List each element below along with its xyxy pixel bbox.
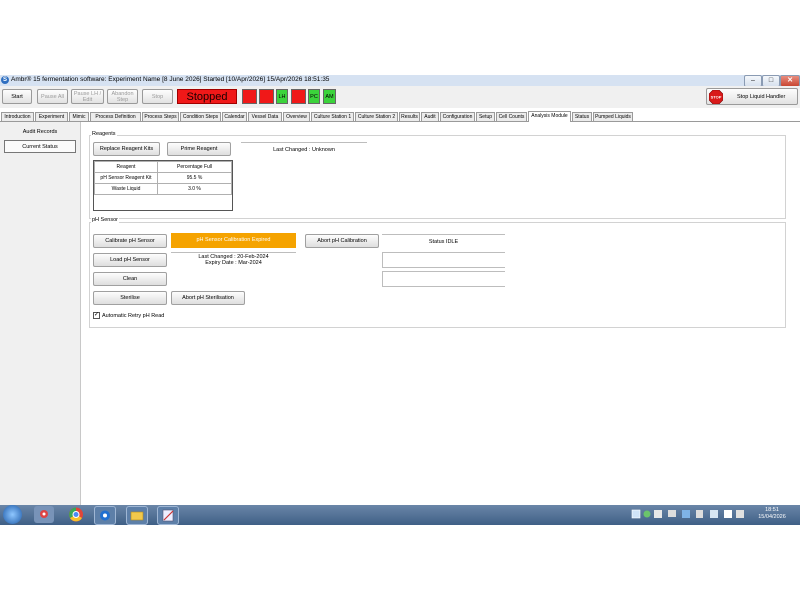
tab-analysis-module[interactable]: Analysis Module xyxy=(528,111,571,122)
table-cell: 95.5 % xyxy=(157,172,232,184)
status-indicator xyxy=(291,89,306,104)
table-row: pH Sensor Reagent Kit 95.5 % xyxy=(94,172,232,184)
file-explorer-icon[interactable] xyxy=(126,506,148,525)
table-cell: 3.0 % xyxy=(157,183,232,195)
ph-reading-field xyxy=(382,252,505,268)
status-indicator: PC xyxy=(308,89,320,104)
prime-reagent-button[interactable]: Prime Reagent xyxy=(167,142,231,156)
sidebar: Audit Records Current Status xyxy=(0,122,81,505)
clock-date: 15/04/2026 xyxy=(758,514,786,520)
tab-overview[interactable]: Overview xyxy=(283,112,310,121)
clock-time: 18:51 xyxy=(765,507,779,513)
tab-results[interactable]: Results xyxy=(399,112,420,121)
sterilise-button[interactable]: Sterilise xyxy=(93,291,167,305)
tab-status[interactable]: Status xyxy=(572,112,592,121)
abandon-step-button[interactable]: Abandon Step xyxy=(107,89,138,104)
tab-pumped-liquids[interactable]: Pumped Liquids xyxy=(593,112,633,121)
editor-icon[interactable] xyxy=(157,506,179,525)
system-tray xyxy=(630,507,750,523)
clean-button[interactable]: Clean xyxy=(93,272,167,286)
tab-audit[interactable]: Audit xyxy=(421,112,439,121)
taskbar-clock[interactable]: 18:51 15/04/2026 xyxy=(752,507,792,521)
tab-vessel-data[interactable]: Vessel Data xyxy=(248,112,282,121)
tab-mimic[interactable]: Mimic xyxy=(69,112,89,121)
run-status-indicator: Stopped xyxy=(177,89,237,104)
tab-configuration[interactable]: Configuration xyxy=(440,112,475,121)
chrome-icon[interactable] xyxy=(66,506,86,523)
status-indicator xyxy=(242,89,257,104)
ph-sensor-group-label: pH Sensor xyxy=(91,217,119,223)
replace-reagent-kits-button[interactable]: Replace Reagent Kits xyxy=(93,142,160,156)
ph-message-field xyxy=(382,271,505,287)
table-cell: Waste Liquid xyxy=(94,183,158,195)
tab-cell-counts[interactable]: Cell Counts xyxy=(496,112,527,121)
reagent-table-frame: Reagent Percentage Full pH Sensor Reagen… xyxy=(93,160,233,211)
sidebar-item-current-status[interactable]: Current Status xyxy=(4,140,76,153)
load-ph-sensor-button[interactable]: Load pH Sensor xyxy=(93,253,167,267)
app-window-icon[interactable] xyxy=(94,506,116,525)
auto-retry-checkbox[interactable]: ✓ xyxy=(93,312,100,319)
tab-experiment[interactable]: Experiment xyxy=(35,112,68,121)
table-header: Percentage Full xyxy=(157,161,232,173)
table-row: Waste Liquid 3.0 % xyxy=(94,183,232,195)
analysis-module-panel: Reagents Replace Reagent Kits Prime Reag… xyxy=(81,122,800,505)
pause-all-button[interactable]: Pause All xyxy=(37,89,68,104)
calibration-status-banner: pH Sensor Calibration Expired xyxy=(171,233,296,248)
pause-lh-edit-button[interactable]: Pause LH / Edit xyxy=(71,89,104,104)
app-icon: S xyxy=(1,76,9,84)
table-header: Reagent xyxy=(94,161,158,173)
status-indicator xyxy=(259,89,274,104)
tab-process-definition[interactable]: Process Definition xyxy=(90,112,141,121)
window-title: Ambr® 15 fermentation software: Experime… xyxy=(11,76,330,83)
tab-condition-steps[interactable]: Condition Steps xyxy=(180,112,221,121)
stop-liquid-handler-button[interactable]: STOP Stop Liquid Handler xyxy=(706,88,798,105)
stop-liquid-handler-label: Stop Liquid Handler xyxy=(737,94,786,100)
auto-retry-label: Automatic Retry pH Read xyxy=(102,313,165,319)
ph-expiry-date: Expiry Date : Mar-2024 xyxy=(205,260,262,266)
app-launcher-icon[interactable] xyxy=(34,506,54,523)
ph-status-field: Status IDLE xyxy=(382,234,505,248)
ph-sensor-dates: Last Changed : 20-Feb-2024 Expiry Date :… xyxy=(171,252,296,268)
start-button[interactable]: Start xyxy=(2,89,32,104)
tab-introduction[interactable]: Introduction xyxy=(1,112,34,121)
reagents-group-label: Reagents xyxy=(91,131,117,137)
status-indicator: AM xyxy=(323,89,336,104)
reagents-last-changed: Last Changed : Unknown xyxy=(241,142,367,156)
status-indicator: LH xyxy=(276,89,288,104)
sidebar-item-audit-records[interactable]: Audit Records xyxy=(4,126,76,139)
tab-calendar[interactable]: Calendar xyxy=(222,112,247,121)
abort-ph-calibration-button[interactable]: Abort pH Calibration xyxy=(305,234,379,248)
table-header-row: Reagent Percentage Full xyxy=(94,161,232,173)
tab-culture-station-2[interactable]: Culture Station 2 xyxy=(355,112,398,121)
tab-culture-station-1[interactable]: Culture Station 1 xyxy=(311,112,354,121)
stop-button[interactable]: Stop xyxy=(142,89,173,104)
calibrate-ph-sensor-button[interactable]: Calibrate pH Sensor xyxy=(93,234,167,248)
stop-sign-icon: STOP xyxy=(709,90,723,104)
start-orb-icon[interactable] xyxy=(3,505,22,524)
tab-setup[interactable]: Setup xyxy=(476,112,495,121)
reagent-table: Reagent Percentage Full pH Sensor Reagen… xyxy=(94,161,232,195)
tab-process-steps[interactable]: Process Steps xyxy=(142,112,179,121)
svg-text:STOP: STOP xyxy=(711,95,722,100)
abort-ph-sterilisation-button[interactable]: Abort pH Sterilisation xyxy=(171,291,245,305)
table-cell: pH Sensor Reagent Kit xyxy=(94,172,158,184)
